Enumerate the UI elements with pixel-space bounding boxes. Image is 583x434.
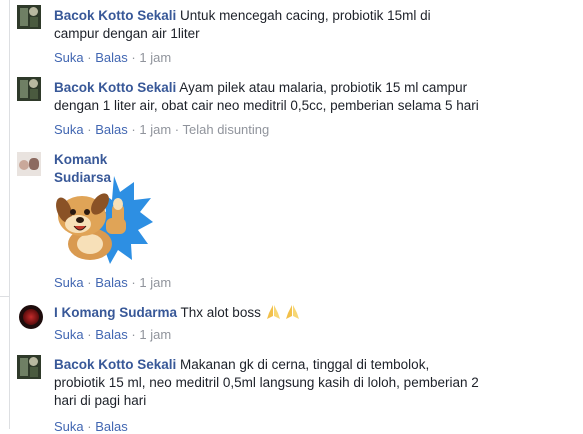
comment-actions: Suka · Balas · 1 jam <box>54 50 171 65</box>
like-button[interactable]: Suka <box>54 275 84 290</box>
comment-text-line2: probiotik 15 ml, neo meditril 0,5ml lang… <box>54 375 479 390</box>
separator: · <box>131 50 136 65</box>
comment-body: I Komang Sudarma Thx alot boss <box>54 304 574 322</box>
timestamp[interactable]: 1 jam <box>139 327 171 342</box>
like-button[interactable]: Suka <box>54 122 84 137</box>
timestamp[interactable]: 1 jam <box>139 122 171 137</box>
comment-actions: Suka · Balas · 1 jam · Telah disunting <box>54 122 269 137</box>
comment-author[interactable]: I Komang Sudarma <box>54 305 177 320</box>
reply-button[interactable]: Balas <box>95 122 128 137</box>
comment-body: Bacok Kotto Sekali Untuk mencegah cacing… <box>54 7 574 43</box>
comment-body: Bacok Kotto Sekali Makanan gk di cerna, … <box>54 356 574 410</box>
edited-label[interactable]: Telah disunting <box>183 122 270 137</box>
separator: · <box>131 275 136 290</box>
comment-text: Thx alot boss <box>177 305 265 320</box>
comment-text-line2: dengan 1 liter air, obat cair neo meditr… <box>54 98 479 113</box>
comment-text: Makanan gk di cerna, tinggal di tembolok… <box>176 357 430 372</box>
avatar[interactable] <box>17 152 41 176</box>
comment-text-line3: hari di pagi hari <box>54 393 147 408</box>
comment-actions: Suka · Balas · 1 jam <box>54 275 171 290</box>
separator: · <box>87 122 92 137</box>
comment-actions: Suka · Balas <box>54 419 128 434</box>
comment-text: Ayam pilek atau malaria, probiotik 15 ml… <box>176 80 468 95</box>
thumbs-up-dog-sticker[interactable] <box>54 174 154 268</box>
thread-divider-line-lower <box>9 300 10 429</box>
reply-button[interactable]: Balas <box>95 50 128 65</box>
separator: · <box>87 327 92 342</box>
thread-divider-line <box>9 0 10 300</box>
comment-author[interactable]: Bacok Kotto Sekali <box>54 80 176 95</box>
separator: · <box>87 419 92 434</box>
separator: · <box>87 50 92 65</box>
reply-button[interactable]: Balas <box>95 327 128 342</box>
reply-indent-marker <box>0 296 10 297</box>
like-button[interactable]: Suka <box>54 327 84 342</box>
timestamp[interactable]: 1 jam <box>139 275 171 290</box>
comment-text: Untuk mencegah cacing, probiotik 15ml di <box>176 8 431 23</box>
avatar[interactable] <box>19 305 43 329</box>
folded-hands-icon <box>266 305 299 319</box>
comment-author[interactable]: Bacok Kotto Sekali <box>54 8 176 23</box>
timestamp[interactable]: 1 jam <box>139 50 171 65</box>
comment-actions: Suka · Balas · 1 jam <box>54 327 171 342</box>
comment-body: Bacok Kotto Sekali Ayam pilek atau malar… <box>54 79 579 115</box>
like-button[interactable]: Suka <box>54 50 84 65</box>
separator: · <box>174 122 180 137</box>
separator: · <box>131 327 136 342</box>
reply-button[interactable]: Balas <box>95 275 128 290</box>
avatar[interactable] <box>17 355 41 379</box>
like-button[interactable]: Suka <box>54 419 84 434</box>
comment-author[interactable]: Bacok Kotto Sekali <box>54 357 176 372</box>
avatar[interactable] <box>17 5 41 29</box>
comment-text-line2: campur dengan air 1liter <box>54 26 200 41</box>
avatar[interactable] <box>17 77 41 101</box>
reply-button[interactable]: Balas <box>95 419 128 434</box>
separator: · <box>87 275 92 290</box>
separator: · <box>131 122 136 137</box>
